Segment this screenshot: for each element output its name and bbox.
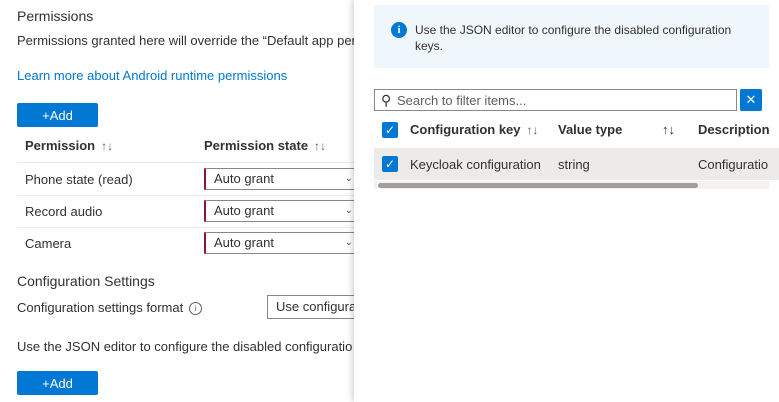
sort-icon: ↑↓	[526, 123, 539, 137]
row-checkbox[interactable]: ✓	[382, 156, 398, 172]
sort-icon: ↑↓	[101, 139, 114, 153]
configuration-format-label: Configuration settings format i	[17, 300, 203, 316]
permission-column-header[interactable]: Permission ↑↓	[25, 138, 113, 153]
close-icon: ✕	[745, 92, 757, 107]
chevron-down-icon: ⌄	[344, 173, 353, 184]
value-type-cell: string	[558, 157, 590, 172]
value-type-column-header[interactable]: Value type	[558, 122, 622, 137]
permission-state-column-header[interactable]: Permission state ↑↓	[204, 138, 326, 153]
row-divider	[17, 195, 354, 196]
chevron-down-icon: ⌄	[344, 205, 353, 216]
learn-more-link[interactable]: Learn more about Android runtime permiss…	[17, 68, 287, 83]
permission-state-dropdown[interactable]: Auto grant ⌄	[204, 232, 354, 254]
description-column-header[interactable]: Description	[698, 122, 770, 137]
scrollbar-thumb[interactable]	[378, 183, 698, 188]
sort-icon: ↑↓	[314, 139, 327, 153]
permission-name: Phone state (read)	[25, 172, 133, 187]
add-permission-button[interactable]: +Add	[17, 103, 98, 127]
permission-name: Record audio	[25, 204, 103, 219]
app-settings-page: Permissions Permissions granted here wil…	[0, 0, 354, 402]
configuration-settings-title: Configuration Settings	[17, 273, 155, 289]
filter-input[interactable]	[397, 91, 727, 109]
info-icon: i	[391, 22, 407, 38]
permission-state-dropdown[interactable]: Auto grant ⌄	[204, 168, 354, 190]
permissions-title: Permissions	[17, 8, 94, 24]
chevron-down-icon: ⌄	[344, 237, 353, 248]
row-divider	[17, 162, 354, 163]
json-editor-note: Use the JSON editor to configure the dis…	[17, 339, 353, 354]
row-divider	[17, 227, 354, 228]
info-icon[interactable]: i	[189, 302, 203, 316]
value-type-sort-icon[interactable]: ↑↓	[662, 122, 675, 137]
filter-box[interactable]: ⚲	[374, 89, 737, 111]
clear-filter-button[interactable]: ✕	[740, 89, 762, 111]
description-cell: Configuratio	[698, 157, 769, 172]
configuration-key-column-header[interactable]: Configuration key ↑↓	[410, 122, 539, 137]
disabled-configuration-keys-panel: i Use the JSON editor to configure the d…	[354, 0, 779, 402]
info-message-bar: i Use the JSON editor to configure the d…	[374, 5, 769, 68]
configuration-key-cell: Keycloak configuration	[410, 157, 541, 172]
select-all-checkbox[interactable]: ✓	[382, 122, 398, 138]
add-configuration-button[interactable]: +Add	[17, 371, 98, 395]
checkmark-icon: ✓	[384, 157, 396, 171]
info-message-text: Use the JSON editor to configure the dis…	[415, 23, 732, 53]
permissions-description: Permissions granted here will override t…	[17, 33, 354, 48]
checkmark-icon: ✓	[384, 123, 396, 137]
permission-name: Camera	[25, 236, 72, 251]
search-icon: ⚲	[381, 92, 392, 108]
permission-state-dropdown[interactable]: Auto grant ⌄	[204, 200, 354, 222]
configuration-format-dropdown[interactable]: Use configura	[267, 295, 354, 319]
